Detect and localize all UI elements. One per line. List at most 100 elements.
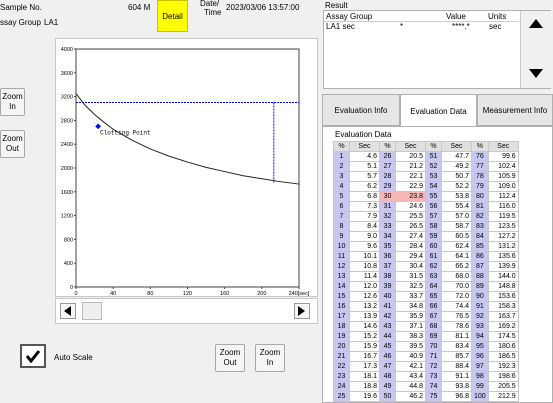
- row-value: ****.*: [452, 22, 470, 31]
- pct-cell: 72: [425, 361, 442, 372]
- pct-cell: 66: [425, 301, 442, 312]
- y-tick-label: 2800: [61, 118, 73, 124]
- scroll-thumb[interactable]: [82, 302, 102, 320]
- sec-cell: 37.1: [395, 321, 426, 332]
- detail-button[interactable]: Detail: [157, 0, 188, 32]
- pct-cell: 26: [379, 151, 396, 162]
- col-sec-header: Sec: [395, 141, 426, 152]
- pct-cell: 1: [333, 151, 350, 162]
- sec-cell: 6.2: [349, 181, 380, 192]
- pct-cell: 17: [333, 311, 350, 322]
- tab-evaluation-data[interactable]: Evaluation Data: [400, 94, 477, 127]
- pct-cell: 20: [333, 341, 350, 352]
- sec-cell: 53.8: [441, 191, 472, 202]
- sec-cell: 5.1: [349, 161, 380, 172]
- datetime-value: 2023/03/06 13:57:00: [226, 3, 300, 12]
- pct-cell: 21: [333, 351, 350, 362]
- sec-cell: 131.2: [487, 241, 519, 252]
- y-tick-label: 800: [64, 237, 73, 243]
- bottom-zoom-in-button[interactable]: Zoom In: [255, 344, 285, 372]
- sec-cell: 26.5: [395, 221, 426, 232]
- sec-cell: 212.9: [487, 391, 519, 402]
- pct-cell: 82: [471, 211, 489, 222]
- sec-cell: 6.8: [349, 191, 380, 202]
- pct-cell: 88: [471, 271, 489, 282]
- pct-cell: 5: [333, 191, 350, 202]
- sec-cell: 62.4: [441, 241, 472, 252]
- pct-cell: 12: [333, 261, 350, 272]
- triangle-down-icon[interactable]: [529, 69, 543, 78]
- sec-cell: 50.7: [441, 171, 472, 182]
- sec-cell: 99.6: [487, 151, 519, 162]
- pct-cell: 51: [425, 151, 442, 162]
- pct-cell: 96: [471, 351, 489, 362]
- sec-cell: 38.3: [395, 331, 426, 342]
- pct-cell: 93: [471, 321, 489, 332]
- pct-cell: 22: [333, 361, 350, 372]
- sec-cell: 18.8: [349, 381, 380, 392]
- tab-measurement-info[interactable]: Measurement Info: [477, 94, 553, 126]
- evaluation-data-panel: Evaluation Data % Sec% Sec% Sec% Sec 1 4.6 26 2…: [322, 126, 553, 403]
- y-tick-label: 1600: [61, 190, 73, 196]
- sec-cell: 186.5: [487, 351, 519, 362]
- sec-cell: 180.6: [487, 341, 519, 352]
- tab-evaluation-info[interactable]: Evaluation Info: [322, 94, 400, 126]
- left-zoom-out-button[interactable]: Zoom Out: [0, 130, 25, 158]
- table-row: 22 17.3 47 42.1 72 88.4 97 192.3: [333, 361, 519, 372]
- sec-cell: 72.0: [441, 291, 472, 302]
- result-scrollbar[interactable]: [520, 11, 551, 88]
- clot-curve-chart: 0 400 800 1200 1600 2000 2400 2800 3200 3600 4000 0…: [61, 47, 310, 297]
- sec-cell: 13.2: [349, 301, 380, 312]
- result-row[interactable]: LA1 sec * ****.* sec: [324, 22, 519, 32]
- sec-cell: 74.4: [441, 301, 472, 312]
- sec-cell: 23.8: [395, 191, 426, 202]
- pct-cell: 58: [425, 221, 442, 232]
- scroll-left-button[interactable]: [60, 303, 76, 319]
- bottom-zoom-out-button[interactable]: Zoom Out: [215, 344, 245, 372]
- x-tick-label: 80: [147, 291, 153, 296]
- y-tick-label: 3200: [61, 95, 73, 101]
- pct-cell: 15: [333, 291, 350, 302]
- sample-no-value: 604 M: [128, 3, 151, 12]
- sec-cell: 30.4: [395, 261, 426, 272]
- pct-cell: 74: [425, 381, 442, 392]
- table-row: 15 12.6 40 33.7 65 72.0 90 153.6: [333, 291, 519, 302]
- auto-scale-checkbox[interactable]: [20, 344, 46, 368]
- pct-cell: 79: [471, 181, 489, 192]
- sec-cell: 205.5: [487, 381, 519, 392]
- sec-cell: 27.4: [395, 231, 426, 242]
- pct-cell: 24: [333, 381, 350, 392]
- triangle-right-icon: [298, 306, 305, 316]
- triangle-up-icon[interactable]: [529, 19, 543, 28]
- pct-cell: 18: [333, 321, 350, 332]
- pct-cell: 33: [379, 221, 396, 232]
- pct-cell: 52: [425, 161, 442, 172]
- clotting-point-label: Clotting Point: [100, 129, 150, 136]
- left-zoom-in-button[interactable]: Zoom In: [0, 88, 25, 116]
- scroll-right-button[interactable]: [294, 303, 310, 319]
- pct-cell: 76: [471, 151, 489, 162]
- pct-cell: 6: [333, 201, 350, 212]
- table-row: 6 7.3 31 24.6 56 55.4 81 116.0: [333, 201, 519, 212]
- sec-cell: 158.3: [487, 301, 519, 312]
- chart-scrollbar[interactable]: [55, 298, 318, 324]
- x-tick-label: 160: [220, 291, 229, 296]
- x-tick-label: 40: [110, 291, 116, 296]
- sec-cell: 21.2: [395, 161, 426, 172]
- eval-title: Evaluation Data: [335, 130, 392, 139]
- table-row: 1 4.6 26 20.5 51 47.7 76 99.6: [333, 151, 519, 162]
- sec-cell: 116.0: [487, 201, 519, 212]
- sec-cell: 139.9: [487, 261, 519, 272]
- result-header: Assay Group Value Units: [324, 11, 519, 22]
- sec-cell: 4.6: [349, 151, 380, 162]
- evaluation-table: % Sec% Sec% Sec% Sec 1 4.6 26 20.5 51 47.7 76 99.6 2…: [333, 141, 519, 402]
- sec-cell: 44.8: [395, 381, 426, 392]
- sec-cell: 33.7: [395, 291, 426, 302]
- sec-cell: 12.0: [349, 281, 380, 292]
- sec-cell: 28.4: [395, 241, 426, 252]
- sec-cell: 40.9: [395, 351, 426, 362]
- col-pct-header: %: [471, 141, 489, 152]
- pct-cell: 78: [471, 171, 489, 182]
- pct-cell: 67: [425, 311, 442, 322]
- row-units: sec: [489, 22, 502, 31]
